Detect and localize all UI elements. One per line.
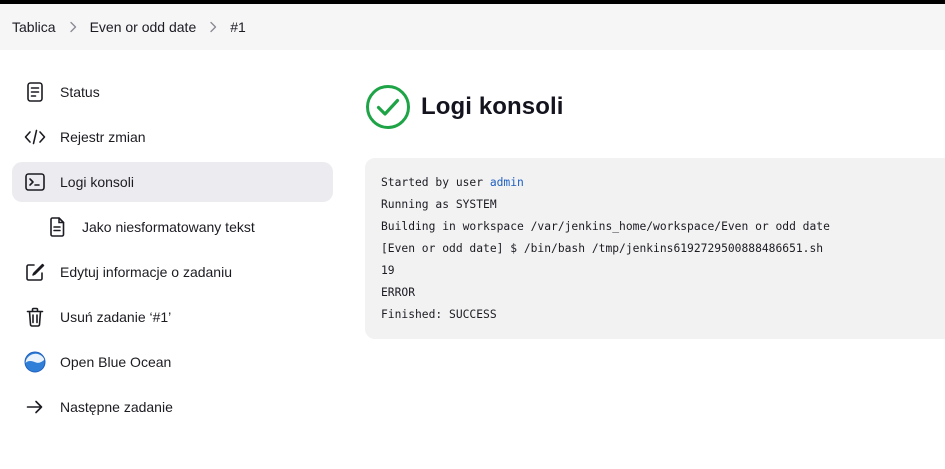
edit-icon	[24, 261, 46, 283]
main-content: Logi konsoli	[365, 84, 945, 130]
user-link[interactable]: admin	[490, 176, 524, 189]
sidebar-item-label: Jako niesformatowany tekst	[82, 219, 255, 235]
document-icon	[24, 81, 46, 103]
breadcrumb-build[interactable]: #1	[230, 19, 246, 35]
console-line: Finished: SUCCESS	[381, 308, 497, 321]
console-line: [Even or odd date] $ /bin/bash /tmp/jenk…	[381, 242, 824, 255]
console-output: Started by user admin Running as SYSTEM …	[365, 158, 945, 339]
sidebar-item-changes[interactable]: Rejestr zmian	[12, 117, 333, 157]
console-line: Building in workspace /var/jenkins_home/…	[381, 220, 830, 233]
arrow-right-icon	[24, 396, 46, 418]
page-header: Logi konsoli	[365, 84, 945, 130]
terminal-icon	[24, 171, 46, 193]
trash-icon	[24, 306, 46, 328]
console-line: 19	[381, 264, 395, 277]
breadcrumb-job[interactable]: Even or odd date	[90, 19, 197, 35]
sidebar-item-label: Rejestr zmian	[60, 129, 146, 145]
chevron-right-icon[interactable]	[56, 21, 90, 33]
success-check-icon	[365, 84, 411, 130]
sidebar-item-label: Następne zadanie	[60, 399, 173, 415]
sidebar-item-plain-text[interactable]: Jako niesformatowany tekst	[12, 207, 333, 247]
sidebar: Status Rejestr zmian Logi konsoli Jako n…	[12, 72, 333, 432]
sidebar-item-status[interactable]: Status	[12, 72, 333, 112]
sidebar-item-edit-info[interactable]: Edytuj informacje o zadaniu	[12, 252, 333, 292]
sidebar-item-blue-ocean[interactable]: Open Blue Ocean	[12, 342, 333, 382]
sidebar-item-label: Open Blue Ocean	[60, 354, 172, 370]
sidebar-item-delete-build[interactable]: Usuń zadanie ‘#1’	[12, 297, 333, 337]
sidebar-item-console[interactable]: Logi konsoli	[12, 162, 333, 202]
chevron-right-icon[interactable]	[196, 21, 230, 33]
text-file-icon	[46, 216, 68, 238]
breadcrumb: Tablica Even or odd date #1	[0, 4, 945, 50]
sidebar-item-label: Status	[60, 84, 100, 100]
console-started-text: Started by user	[381, 176, 490, 189]
console-line: Started by user admin	[381, 175, 945, 197]
sidebar-item-label: Edytuj informacje o zadaniu	[60, 264, 232, 280]
console-line: ERROR	[381, 286, 416, 299]
sidebar-item-label: Logi konsoli	[60, 174, 134, 190]
breadcrumb-dashboard[interactable]: Tablica	[12, 19, 56, 35]
sidebar-item-next-build[interactable]: Następne zadanie	[12, 387, 333, 427]
blue-ocean-icon	[24, 351, 46, 373]
page-title: Logi konsoli	[421, 93, 564, 120]
console-line: Running as SYSTEM	[381, 198, 497, 211]
sidebar-item-label: Usuń zadanie ‘#1’	[60, 309, 172, 325]
code-icon	[24, 126, 46, 148]
